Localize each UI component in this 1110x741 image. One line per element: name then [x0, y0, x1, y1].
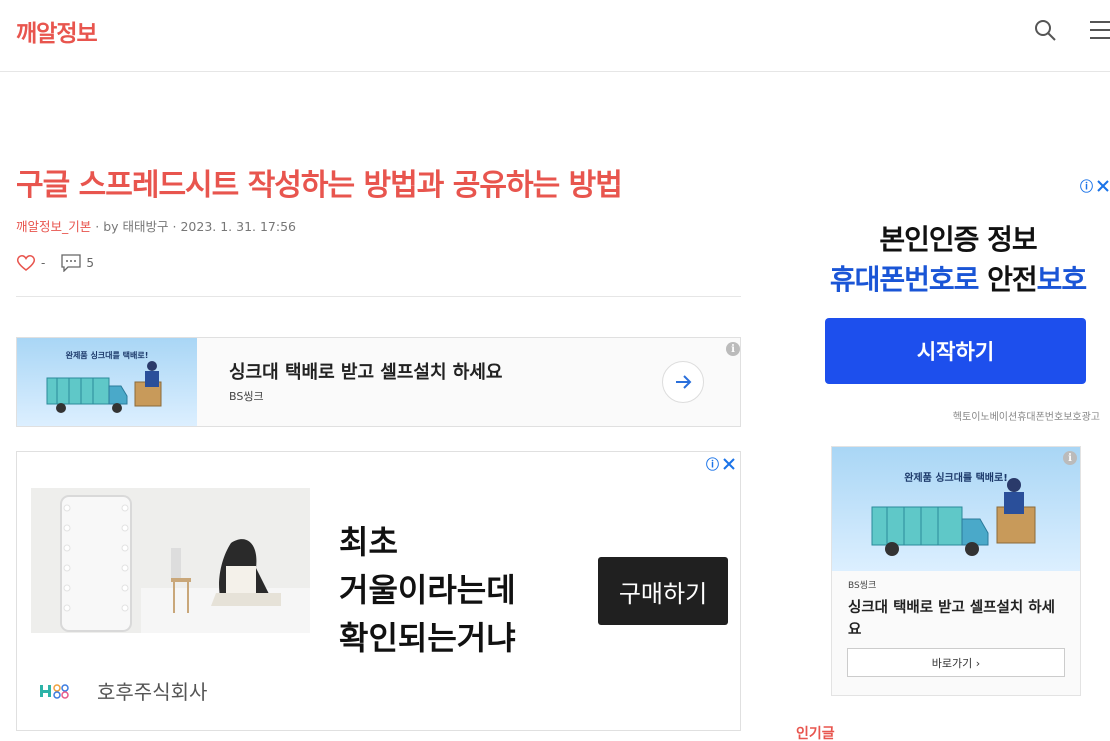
close-icon[interactable] [722, 457, 736, 471]
popular-posts-label: 인기글 [796, 726, 835, 741]
post-date: · 2023. 1. 31. 17:56 [172, 219, 296, 234]
advertiser-logo-icon [40, 683, 69, 699]
advertiser[interactable]: 호후주식회사 [39, 676, 207, 705]
mirror-ad-image[interactable] [31, 488, 310, 633]
ad-headline[interactable]: 싱크대 택배로 받고 셀프설치 하세요 [848, 597, 1068, 641]
mirror-ad-headline[interactable]: 최초 거울이라는데 확인되는거냐 [339, 518, 516, 662]
post-reactions: - 5 [16, 254, 110, 272]
ad-headline-text: 안전 [978, 263, 1038, 296]
buy-button[interactable]: 구매하기 [598, 557, 728, 625]
comment-button[interactable]: 5 [61, 254, 94, 272]
delivery-truck-icon [871, 478, 1036, 556]
site-logo[interactable]: 깨알정보 [16, 14, 98, 48]
ad-choices-info-icon: ⓘ [705, 458, 719, 473]
like-count: - [41, 256, 46, 270]
post-by-label: · by [95, 219, 119, 234]
mirror-photo-illustration [31, 488, 310, 633]
ad-info-icon[interactable]: i [726, 342, 740, 356]
arrow-right-icon [676, 375, 692, 389]
ad-headline-highlight: 휴대폰번호로 [829, 263, 980, 296]
post-meta: 깨알정보_기본 · by 태태방구 · 2023. 1. 31. 17:56 [16, 216, 296, 235]
banner-ad-arrow-button[interactable] [662, 361, 704, 403]
go-button[interactable]: 바로가기 › [847, 648, 1065, 677]
post-author: 태태방구 [122, 219, 169, 234]
identity-protection-ad[interactable]: ⓘ 본인인증 정보 휴대폰번호로 안전보호 시작하기 헥토이노베이션휴대폰번호보… [806, 172, 1110, 427]
ad-brand: BS씽크 [848, 581, 877, 591]
delivery-truck-icon [46, 361, 162, 413]
ad-sponsor-label[interactable]: 헥토이노베이션휴대폰번호보호광고 [953, 408, 1100, 423]
start-button[interactable]: 시작하기 [825, 318, 1086, 384]
comment-count: 5 [86, 256, 94, 270]
ad-choices[interactable]: ⓘ [1080, 176, 1110, 195]
search-icon[interactable] [1033, 18, 1057, 42]
comment-icon [61, 254, 81, 272]
ad-headline-line2: 휴대폰번호로 안전보호 [806, 258, 1110, 298]
truck-ad-image[interactable]: 완제품 싱크대를 택배로! [17, 338, 197, 426]
ad-headline-highlight-2: 보호 [1036, 263, 1088, 296]
ad-choices-info-icon: ⓘ [1079, 180, 1093, 195]
ad-choices[interactable]: ⓘ [706, 454, 736, 473]
like-button[interactable]: - [16, 254, 45, 272]
banner-ad-brand: BS씽크 [229, 390, 264, 403]
menu-icon[interactable] [1090, 18, 1110, 42]
ad-headline-line1: 본인인증 정보 [879, 223, 1037, 256]
advertiser-name[interactable]: 호후주식회사 [97, 676, 207, 705]
banner-ad-headline[interactable]: 싱크대 택배로 받고 셀프설치 하세요 [229, 358, 502, 384]
truck-ad-image[interactable]: 완제품 싱크대를 택배로! [832, 447, 1080, 571]
mirror-ad[interactable]: ⓘ 최초 거울이라는데 확인되는거냐 구매하기 호후주식회사 [16, 451, 741, 731]
sink-delivery-ad[interactable]: 완제품 싱크대를 택배로! i BS씽크 싱크대 택배로 받고 셀프설치 하세요… [831, 446, 1081, 696]
post-category-link[interactable]: 깨알정보_기본 [16, 219, 91, 234]
divider [16, 296, 741, 297]
site-header: 깨알정보 [0, 0, 1110, 72]
ad-info-icon[interactable]: i [1063, 451, 1077, 465]
close-icon[interactable] [1096, 179, 1110, 193]
post-title: 구글 스프레드시트 작성하는 방법과 공유하는 방법 [16, 168, 623, 203]
banner-ad[interactable]: 완제품 싱크대를 택배로! 싱크대 택배로 받고 셀프설치 하세요 BS씽크 i [16, 337, 741, 427]
heart-icon [16, 255, 36, 271]
